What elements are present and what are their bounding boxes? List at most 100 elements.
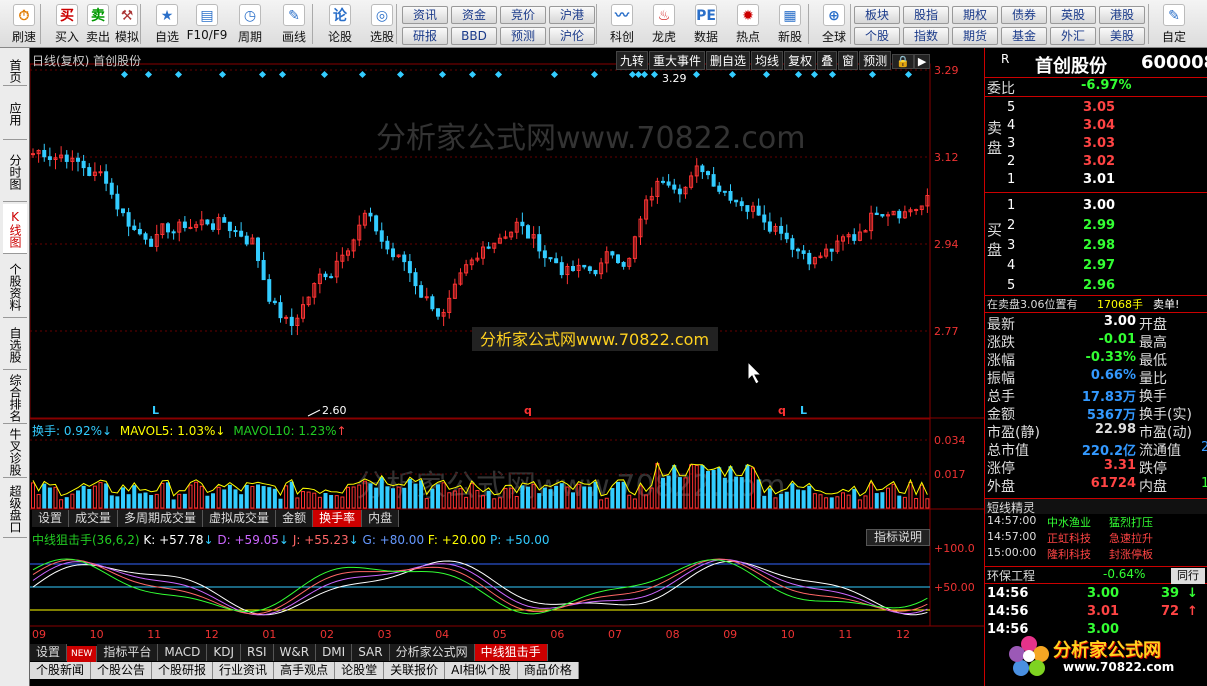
indicator-tab[interactable]: RSI [241,644,274,661]
toolbar-button-7[interactable]: ✎ 画线 [272,2,316,46]
chart-tab[interactable]: 窗 [838,51,859,70]
news-tab[interactable]: AI相似个股 [445,662,518,679]
chart-tab[interactable]: 重大事件 [649,51,706,70]
indicator-tab[interactable]: 分析家公式网 [389,644,475,661]
quick-link[interactable]: 指数 [903,27,949,45]
quick-link[interactable]: 竞价 [500,6,546,24]
quick-link[interactable]: 股指 [903,6,949,24]
sidebar-tab[interactable]: 个股资料 [3,256,27,318]
indicator-tab[interactable]: 指标平台 [97,644,159,661]
volume-tab[interactable]: 多周期成交量 [118,510,204,527]
indicator-tab[interactable]: NEW [67,646,98,663]
news-tab[interactable]: 关联报价 [384,662,446,679]
toolbar-button-5[interactable]: ▤ F10/F9 [185,2,229,46]
quick-link[interactable]: 港股 [1099,6,1145,24]
bid-row[interactable]: 4 2.97 [985,258,1207,276]
toolbar-button-14[interactable]: ▦ 新股 [768,2,812,46]
chart-tab[interactable]: 叠 [817,51,838,70]
volume-tab[interactable]: 换手率 [313,510,363,527]
quick-link[interactable]: 板块 [854,6,900,24]
quick-link[interactable]: 沪港 [549,6,595,24]
toolbar-button-4[interactable]: ★ 自选 [145,2,189,46]
ask-row[interactable]: 1 3.01 [985,172,1207,190]
spirit-item[interactable]: 14:57:00 正虹科技 急速拉升 [985,530,1207,546]
sidebar-tab[interactable]: K线图 [3,204,27,254]
kline-chart-area[interactable]: 3.29 3.12 2.94 2.77 分析家公式网www.70822.com 分析家公式… [30,48,984,663]
quick-link[interactable]: 研报 [402,27,448,45]
quick-link[interactable]: 资讯 [402,6,448,24]
news-tab[interactable]: 个股研报 [152,662,214,679]
menu-arrow-icon[interactable]: ▶ [913,54,931,69]
kline-chart-svg[interactable]: 3.29 3.12 2.94 2.77 分析家公式网www.70822.com 分析家公式… [30,48,984,662]
toolbar-button-16[interactable]: ✎ 自定 [1152,2,1196,46]
volume-tab[interactable]: 金额 [276,510,314,527]
indicator-tab[interactable]: KDJ [207,644,241,661]
quick-link[interactable]: 预测 [500,27,546,45]
volume-bar [323,493,328,509]
spirit-item[interactable]: 15:00:00 隆利科技 封涨停板 [985,546,1207,562]
news-tab[interactable]: 商品价格 [517,662,579,679]
spirit-item[interactable]: 14:57:00 中水渔业 猛烈打压 [985,514,1207,530]
sidebar-tab[interactable]: 分时图 [3,142,27,202]
ask-row[interactable]: 2 3.02 [985,154,1207,172]
sidebar-tab[interactable]: 超级盘口 [3,480,27,538]
indicator-tab[interactable]: MACD [158,644,208,661]
quick-link[interactable]: 基金 [1001,27,1047,45]
volume-tab[interactable]: 设置 [32,510,70,527]
quick-link[interactable]: 外汇 [1050,27,1096,45]
bid-row[interactable]: 2 2.99 [985,218,1207,236]
chart-tab[interactable]: 均线 [751,51,784,70]
ask-row[interactable]: 3 3.03 [985,136,1207,154]
sidebar-tab[interactable]: 牛叉诊股 [3,426,27,478]
toolbar-button-10[interactable]: 〰科创 [600,2,644,46]
quick-link[interactable]: 个股 [854,27,900,45]
indicator-tab[interactable]: DMI [316,644,353,661]
toolbar-button-3[interactable]: ⚒ 模拟 [105,2,149,46]
toolbar-button-13[interactable]: ✹ 热点 [726,2,770,46]
toolbar-button-6[interactable]: ◷ 周期 [228,2,272,46]
news-tab[interactable]: 论股堂 [335,662,385,679]
indicator-tab[interactable]: 中线狙击手 [474,644,548,661]
chart-tab[interactable]: 复权 [784,51,817,70]
bid-row[interactable]: 5 2.96 [985,278,1207,296]
chart-tab[interactable]: 删自选 [706,51,751,70]
indicator-help-button[interactable]: 指标说明 [866,529,930,546]
stat-row: 总手 17.83万 换手 [985,386,1207,405]
quick-link[interactable]: 期货 [952,27,998,45]
toolbar-button-9[interactable]: ◎ 选股 [360,2,404,46]
ask-price: 3.04 [1083,118,1116,133]
quick-link[interactable]: 沪伦 [549,27,595,45]
quick-link[interactable]: 期权 [952,6,998,24]
sidebar-tab[interactable]: 首页 [3,56,27,86]
volume-tab[interactable]: 成交量 [69,510,119,527]
bid-row[interactable]: 3 2.98 [985,238,1207,256]
chart-tab[interactable]: 预测 [859,51,892,70]
peer-button[interactable]: 同行 [1171,568,1205,584]
sidebar-tab[interactable]: 应用 [3,88,27,140]
volume-tab[interactable]: 内盘 [362,510,400,527]
news-tab[interactable]: 个股新闻 [30,662,92,679]
sidebar-tab[interactable]: 自选股 [3,320,27,370]
news-tab[interactable]: 个股公告 [91,662,153,679]
toolbar-button-11[interactable]: ♨ 龙虎 [642,2,686,46]
quick-link[interactable]: 资金 [451,6,497,24]
sidebar-tab[interactable]: 综合排名 [3,372,27,424]
volume-bar [216,486,221,509]
quick-link[interactable]: 债券 [1001,6,1047,24]
ask-row[interactable]: 5 3.05 [985,100,1207,118]
chart-tab[interactable]: 九转 [616,51,649,70]
ask-row[interactable]: 4 3.04 [985,118,1207,136]
volume-tab[interactable]: 虚拟成交量 [203,510,277,527]
bid-row[interactable]: 1 3.00 [985,198,1207,216]
indicator-tab[interactable]: SAR [352,644,390,661]
toolbar-button-12[interactable]: PE 数据 [684,2,728,46]
news-tab[interactable]: 行业资讯 [213,662,275,679]
indicator-tab[interactable]: 设置 [30,644,68,661]
news-tab[interactable]: 高手观点 [274,662,336,679]
quick-link[interactable]: 英股 [1050,6,1096,24]
toolbar-button-8[interactable]: 论论股 [318,2,362,46]
indicator-tab[interactable]: W&R [273,644,317,661]
quick-link[interactable]: BBD [451,27,497,45]
lock-icon[interactable]: 🔒 [892,54,914,69]
quick-link[interactable]: 美股 [1099,27,1145,45]
